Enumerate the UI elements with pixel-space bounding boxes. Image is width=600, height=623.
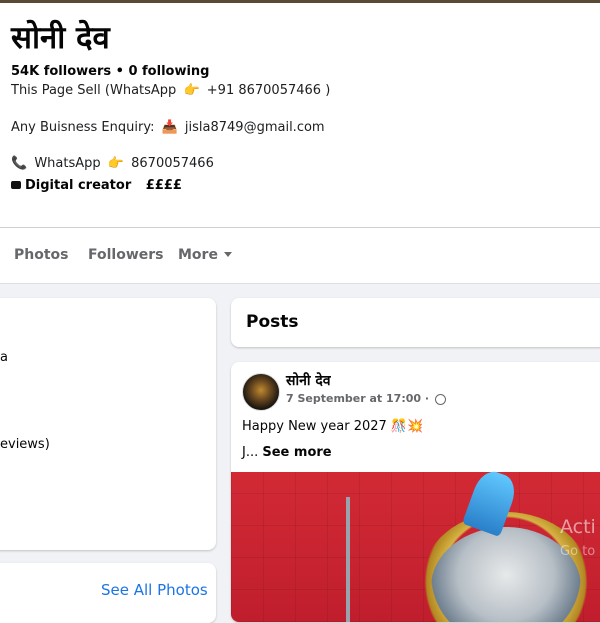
bio-text: Any Buisness Enquiry: <box>11 120 155 135</box>
post-author[interactable]: सोनी देव <box>286 371 331 390</box>
posts-title: Posts <box>246 312 299 332</box>
watermark-text: Acti <box>560 516 596 538</box>
price-level: ££££ <box>145 178 182 193</box>
bio-phone: +91 8670057466 ) <box>206 83 331 98</box>
tab-followers[interactable]: Followers <box>88 247 164 263</box>
post-text: Happy New year 2027 🎊💥 <box>242 419 424 434</box>
intro-card: a eviews) <box>0 298 216 550</box>
post-timestamp[interactable]: 7 September at 17:00 · <box>286 392 446 405</box>
photos-card: See All Photos <box>0 563 216 623</box>
post-card: सोनी देव 7 September at 17:00 · Happy Ne… <box>231 362 600 622</box>
profile-tabs: Photos Followers More <box>0 228 600 284</box>
globe-icon <box>434 393 446 405</box>
bio-text: WhatsApp <box>34 156 101 171</box>
truncated-text: J... <box>242 445 259 460</box>
bio-phone: 8670057466 <box>131 156 214 171</box>
caret-down-icon <box>223 251 232 257</box>
tab-more-label: More <box>178 247 218 263</box>
tab-more[interactable]: More <box>178 247 232 263</box>
bio-text: This Page Sell (WhatsApp <box>11 83 177 98</box>
phone-icon: 📞 <box>11 156 28 171</box>
see-all-photos-link[interactable]: See All Photos <box>101 581 208 599</box>
posts-header-card: Posts <box>231 298 600 347</box>
bio-line-enquiry: Any Buisness Enquiry: 📥 jisla8749@gmail.… <box>11 120 325 135</box>
bio-email: jisla8749@gmail.com <box>184 120 325 135</box>
tab-photos[interactable]: Photos <box>14 247 69 263</box>
reviews-text-fragment: eviews) <box>0 437 50 452</box>
bio-line-whatsapp-sale: This Page Sell (WhatsApp 👉 +91 867005746… <box>11 83 330 98</box>
intro-text-fragment: a <box>0 350 8 365</box>
watermark-subtext: Go to <box>560 544 596 559</box>
avatar[interactable] <box>242 373 280 411</box>
inbox-icon: 📥 <box>161 120 178 135</box>
category-label: Digital creator <box>25 178 132 193</box>
profile-header: सोनी देव 54K followers • 0 following Thi… <box>0 3 600 228</box>
follower-stats[interactable]: 54K followers • 0 following <box>11 64 210 79</box>
post-time-text: 7 September at 17:00 · <box>286 392 430 405</box>
pointing-hand-icon: 👉 <box>107 156 124 171</box>
trident-shape <box>346 497 350 622</box>
see-more-link[interactable]: See more <box>262 445 331 460</box>
briefcase-icon <box>11 180 21 189</box>
page-title: सोनी देव <box>11 20 110 56</box>
category-line: Digital creator ££££ <box>11 178 182 193</box>
pointing-hand-icon: 👉 <box>183 83 200 98</box>
bio-line-whatsapp: 📞 WhatsApp 👉 8670057466 <box>11 156 214 171</box>
post-text-truncated: J... See more <box>242 445 332 460</box>
